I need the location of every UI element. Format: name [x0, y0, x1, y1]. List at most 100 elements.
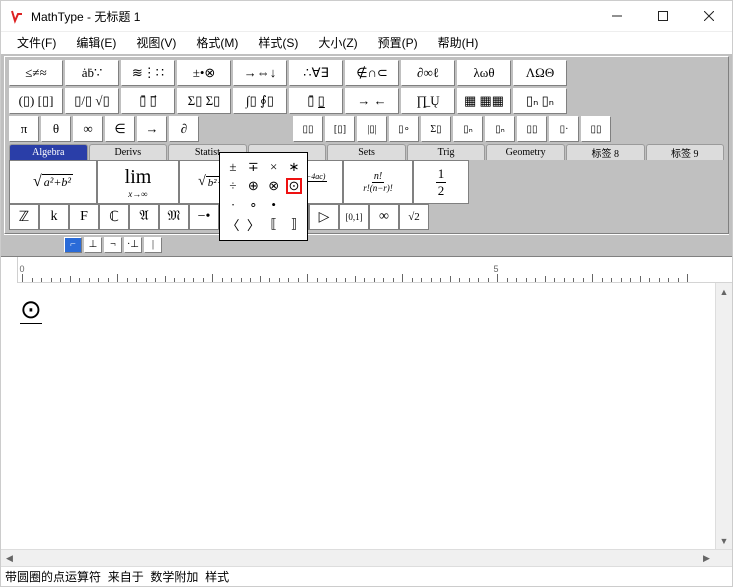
- tpl-lim[interactable]: lim x→∞: [97, 160, 179, 204]
- scroll-up-icon[interactable]: ▲: [716, 283, 732, 300]
- sym-slot9[interactable]: ▯·: [549, 116, 579, 142]
- op-frak-a[interactable]: 𝔄: [129, 204, 159, 230]
- menu-edit[interactable]: 编辑(E): [66, 32, 126, 53]
- sym-infinity[interactable]: ∞: [73, 116, 103, 142]
- op-k[interactable]: k: [39, 204, 69, 230]
- op-z[interactable]: ℤ: [9, 204, 39, 230]
- palette-fraction-radical[interactable]: ▯/▯ √▯: [65, 88, 119, 114]
- operator-palette-popup: ± ∓ × ∗ ÷ ⊕ ⊗ ⊙ · ∘ • 〈 〉 ⟦ ⟧: [219, 152, 308, 241]
- palette-relational[interactable]: ≤≠≈: [9, 60, 63, 86]
- palette-greek-upper[interactable]: ΛΩΘ: [513, 60, 567, 86]
- scroll-right-icon[interactable]: ▶: [698, 550, 715, 567]
- tab-trig[interactable]: Trig: [407, 144, 486, 160]
- tab-derivs[interactable]: Derivs: [89, 144, 168, 160]
- op-c[interactable]: ℂ: [99, 204, 129, 230]
- menu-view[interactable]: 视图(V): [126, 32, 186, 53]
- sym-slot3[interactable]: |▯|: [357, 116, 387, 142]
- vertical-scrollbar[interactable]: ▲ ▼: [715, 283, 732, 549]
- sym-arrow[interactable]: →: [137, 116, 167, 142]
- palette-integral[interactable]: ∫▯ ∮▯: [233, 88, 287, 114]
- tpl-half[interactable]: 12: [413, 160, 469, 204]
- popup-div[interactable]: ÷: [225, 178, 241, 194]
- palette-products[interactable]: ∏̲ Ų: [401, 88, 455, 114]
- op-sqrt2[interactable]: √2: [399, 204, 429, 230]
- popup-times[interactable]: ×: [266, 159, 282, 175]
- popup-cdot[interactable]: ·: [225, 197, 241, 213]
- popup-pm[interactable]: ±: [225, 159, 241, 175]
- palette-arrows[interactable]: →⇔↓: [233, 60, 287, 86]
- op-frak-m[interactable]: 𝔐: [159, 204, 189, 230]
- popup-mp[interactable]: ∓: [245, 159, 261, 175]
- menu-format[interactable]: 格式(M): [186, 32, 248, 53]
- palette-logic[interactable]: ∴∀∃: [289, 60, 343, 86]
- popup-langle[interactable]: 〈: [225, 216, 241, 232]
- menu-file[interactable]: 文件(F): [7, 32, 66, 53]
- popup-circ[interactable]: ∘: [245, 197, 261, 213]
- ruler-scale[interactable]: 0 5: [18, 257, 732, 283]
- op-triangle-right[interactable]: ▷: [309, 204, 339, 230]
- menu-size[interactable]: 大小(Z): [308, 32, 367, 53]
- palette-greek-lower[interactable]: λωθ: [457, 60, 511, 86]
- sym-in[interactable]: ∈: [105, 116, 135, 142]
- maximize-button[interactable]: [640, 1, 686, 31]
- palette-misc[interactable]: ∂∞ℓ: [401, 60, 455, 86]
- editor-gutter: [1, 283, 18, 549]
- palette-bars[interactable]: ▯̄ ▯⃗: [121, 88, 175, 114]
- scroll-left-icon[interactable]: ◀: [1, 550, 18, 567]
- sym-slot5[interactable]: Σ▯: [421, 116, 451, 142]
- palette-spaces[interactable]: ≋⋮∷: [121, 60, 175, 86]
- tab-9[interactable]: 标签 9: [646, 144, 725, 160]
- palette-fences[interactable]: (▯) [▯]: [9, 88, 63, 114]
- tpl-sqrt-ab[interactable]: √a²+b²: [9, 160, 97, 204]
- sym-pi[interactable]: π: [9, 116, 39, 142]
- tabstop-right[interactable]: ¬: [104, 237, 122, 253]
- minimize-button[interactable]: [594, 1, 640, 31]
- menu-help[interactable]: 帮助(H): [428, 32, 489, 53]
- palette-set[interactable]: ∉∩⊂: [345, 60, 399, 86]
- sym-slot4[interactable]: ▯∘: [389, 116, 419, 142]
- tab-sets[interactable]: Sets: [327, 144, 406, 160]
- popup-odot[interactable]: ⊙: [286, 178, 302, 194]
- palette-labeled-arrows[interactable]: → ←: [345, 88, 399, 114]
- popup-empty[interactable]: [286, 197, 302, 213]
- tabstop-decimal[interactable]: ·⊥: [124, 237, 142, 253]
- palette-embellish[interactable]: ȧḃ∵: [65, 60, 119, 86]
- op-interval[interactable]: [0,1]: [339, 204, 369, 230]
- tabstop-center[interactable]: ⊥: [84, 237, 102, 253]
- menu-style[interactable]: 样式(S): [248, 32, 308, 53]
- sym-partial[interactable]: ∂: [169, 116, 199, 142]
- tabstop-left[interactable]: ⌐: [64, 237, 82, 253]
- menu-preset[interactable]: 预置(P): [368, 32, 428, 53]
- palette-sum[interactable]: Σ▯ Σ▯: [177, 88, 231, 114]
- sym-theta[interactable]: θ: [41, 116, 71, 142]
- sym-slot1[interactable]: ▯▯: [293, 116, 323, 142]
- tab-8[interactable]: 标签 8: [566, 144, 645, 160]
- op-infinity[interactable]: ∞: [369, 204, 399, 230]
- sym-slot7[interactable]: ▯ₙ: [485, 116, 515, 142]
- tab-geometry[interactable]: Geometry: [486, 144, 565, 160]
- popup-bullet[interactable]: •: [266, 197, 282, 213]
- palette-subscript[interactable]: ▯ₙ ▯ₙ: [513, 88, 567, 114]
- popup-ldbrack[interactable]: ⟦: [266, 216, 282, 232]
- editor-area[interactable]: ⊙: [18, 283, 715, 549]
- tpl-combination[interactable]: n!r!(n−r)!: [343, 160, 413, 204]
- sym-slot10[interactable]: ▯▯: [581, 116, 611, 142]
- horizontal-scrollbar[interactable]: ◀ ▶: [1, 549, 732, 566]
- tabstop-bar[interactable]: |: [144, 237, 162, 253]
- palette-operators[interactable]: ±•⊗: [177, 60, 231, 86]
- palette-matrix[interactable]: ▦ ▦▦: [457, 88, 511, 114]
- sym-slot8[interactable]: ▯▯: [517, 116, 547, 142]
- popup-ast[interactable]: ∗: [286, 159, 302, 175]
- scroll-down-icon[interactable]: ▼: [716, 532, 732, 549]
- popup-rangle[interactable]: 〉: [245, 216, 261, 232]
- close-button[interactable]: [686, 1, 732, 31]
- popup-rdbrack[interactable]: ⟧: [286, 216, 302, 232]
- op-f[interactable]: F: [69, 204, 99, 230]
- palette-underover[interactable]: ▯̄ ▯̲: [289, 88, 343, 114]
- popup-oplus[interactable]: ⊕: [245, 178, 261, 194]
- op-minus-bullet[interactable]: −•: [189, 204, 219, 230]
- sym-slot2[interactable]: [▯]: [325, 116, 355, 142]
- tab-algebra[interactable]: Algebra: [9, 144, 88, 160]
- popup-otimes[interactable]: ⊗: [266, 178, 282, 194]
- sym-slot6[interactable]: ▯ₙ: [453, 116, 483, 142]
